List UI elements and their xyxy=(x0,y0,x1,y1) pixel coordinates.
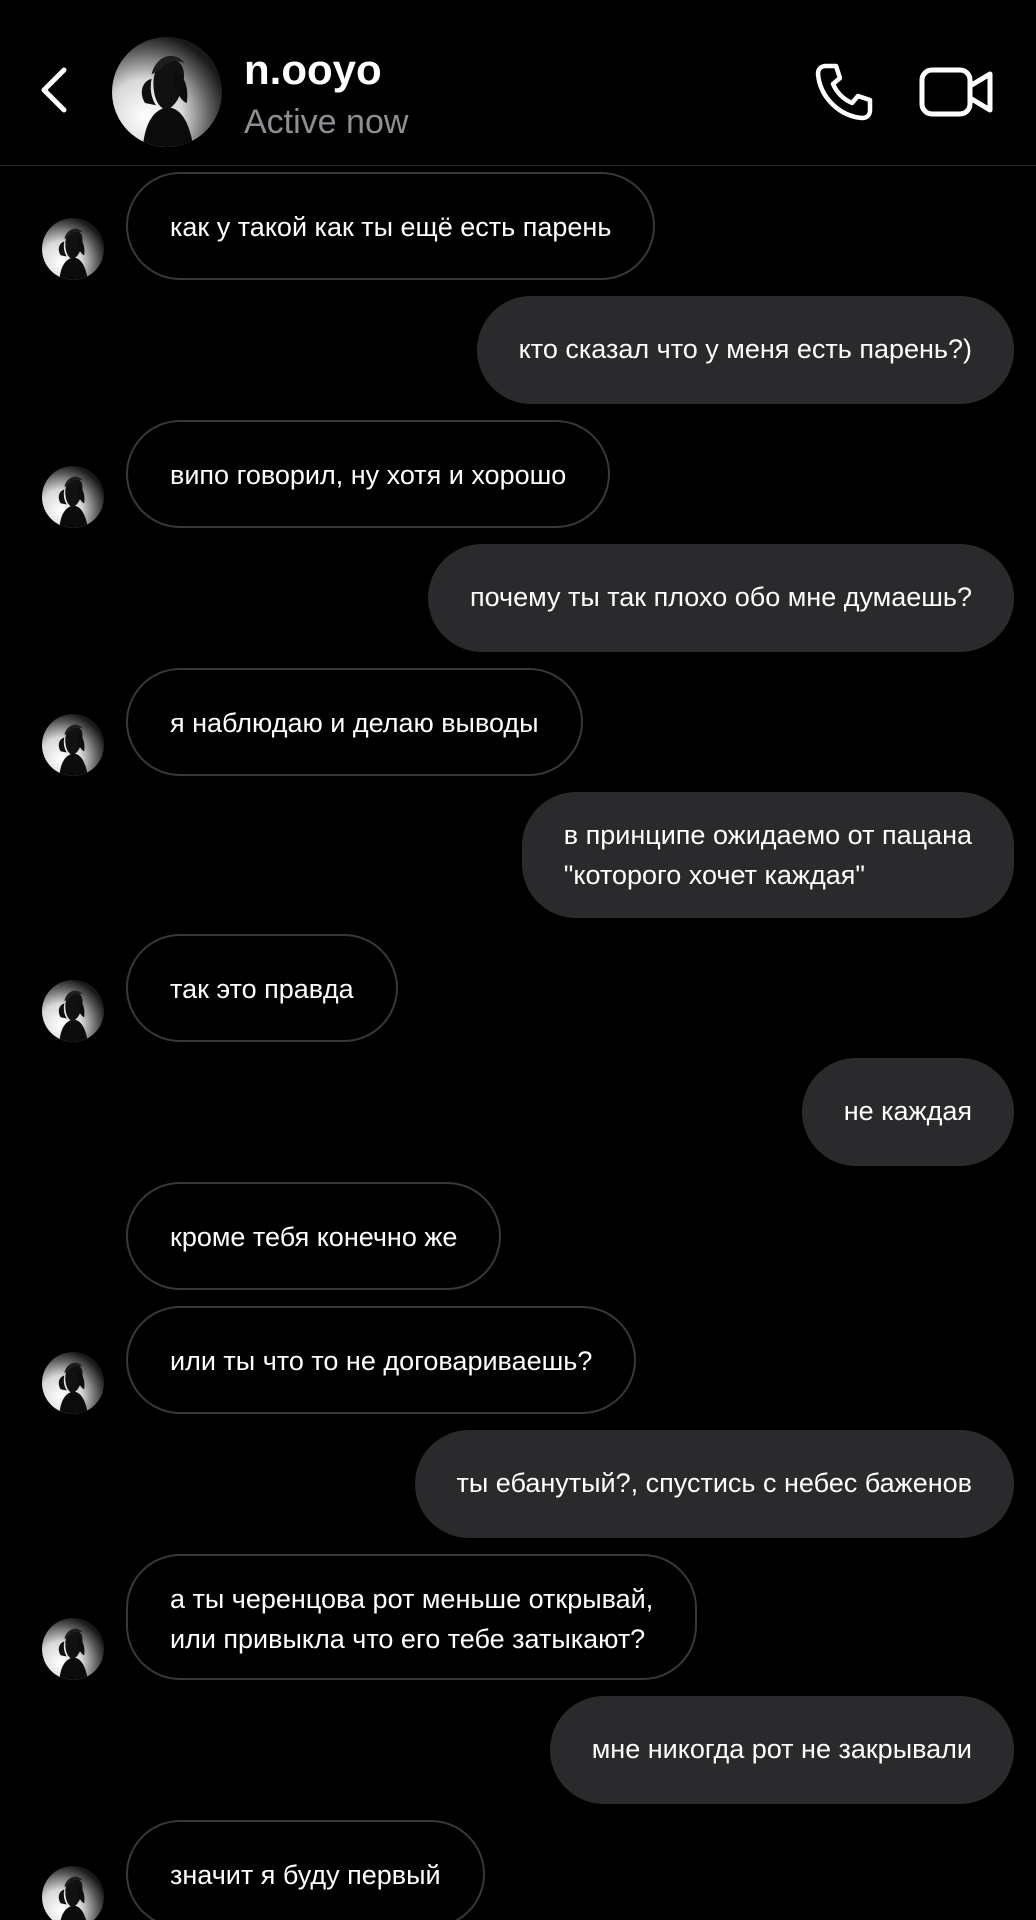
incoming-message[interactable]: или ты что то не договариваешь? xyxy=(126,1306,637,1414)
message-text: кроме тебя конечно же xyxy=(170,1222,458,1252)
chevron-left-icon xyxy=(41,67,67,113)
incoming-message[interactable]: випо говорил, ну хотя и хорошо xyxy=(126,420,611,528)
message-thread[interactable]: как у такой как ты ещё есть парень кто с… xyxy=(0,166,1036,1920)
message-text: не каждая xyxy=(843,1096,972,1126)
sender-avatar[interactable] xyxy=(42,218,104,280)
message-text: випо говорил, ну хотя и хорошо xyxy=(170,460,567,490)
outgoing-message[interactable]: не каждая xyxy=(801,1058,1014,1166)
message-text: в принципе ожидаемо от пацана xyxy=(563,820,972,850)
message-text: или привыкла что его тебе затыкают? xyxy=(170,1624,646,1654)
sender-avatar[interactable] xyxy=(42,466,104,528)
video-camera-icon xyxy=(919,67,993,117)
message-text: кто сказал что у меня есть парень?) xyxy=(518,334,972,364)
incoming-message[interactable]: так это правда xyxy=(126,934,398,1042)
incoming-message[interactable]: значит я буду первый xyxy=(126,1820,485,1920)
sender-avatar[interactable] xyxy=(42,1618,104,1680)
sender-avatar[interactable] xyxy=(42,1352,104,1414)
message-text: так это правда xyxy=(170,974,354,1004)
message-text: значит я буду первый xyxy=(170,1860,441,1890)
sender-avatar[interactable] xyxy=(42,714,104,776)
message-text: а ты черенцова рот меньше открывай, xyxy=(170,1584,654,1614)
message-text: ты ебанутый?, спустись с небес баженов xyxy=(456,1468,972,1498)
sender-avatar[interactable] xyxy=(42,980,104,1042)
contact-avatar[interactable] xyxy=(112,37,222,147)
chat-header: n.ooyo Active now xyxy=(0,0,1036,166)
message-text: или ты что то не договариваешь? xyxy=(170,1346,593,1376)
phone-icon xyxy=(815,63,873,121)
call-button[interactable] xyxy=(812,60,876,124)
message-text: почему ты так плохо обо мне думаешь? xyxy=(469,582,972,612)
outgoing-message[interactable]: в принципе ожидаемо от пацана "которого … xyxy=(521,792,1014,918)
incoming-message[interactable]: как у такой как ты ещё есть парень xyxy=(126,172,656,280)
contact-name[interactable]: n.ooyo xyxy=(244,44,382,96)
incoming-message[interactable]: а ты черенцова рот меньше открывай, или … xyxy=(126,1554,698,1680)
message-text: я наблюдаю и делаю выводы xyxy=(170,708,539,738)
outgoing-message[interactable]: мне никогда рот не закрывали xyxy=(549,1696,1014,1804)
message-text: "которого хочет каждая" xyxy=(563,860,865,890)
back-button[interactable] xyxy=(32,62,80,118)
incoming-message[interactable]: я наблюдаю и делаю выводы xyxy=(126,668,583,776)
outgoing-message[interactable]: ты ебанутый?, спустись с небес баженов xyxy=(414,1430,1014,1538)
contact-status: Active now xyxy=(244,103,409,141)
message-text: мне никогда рот не закрывали xyxy=(591,1734,972,1764)
outgoing-message[interactable]: почему ты так плохо обо мне думаешь? xyxy=(427,544,1014,652)
incoming-message[interactable]: кроме тебя конечно же xyxy=(126,1182,502,1290)
message-text: как у такой как ты ещё есть парень xyxy=(170,212,612,242)
video-call-button[interactable] xyxy=(918,62,996,122)
sender-avatar[interactable] xyxy=(42,1866,104,1920)
outgoing-message[interactable]: кто сказал что у меня есть парень?) xyxy=(476,296,1014,404)
